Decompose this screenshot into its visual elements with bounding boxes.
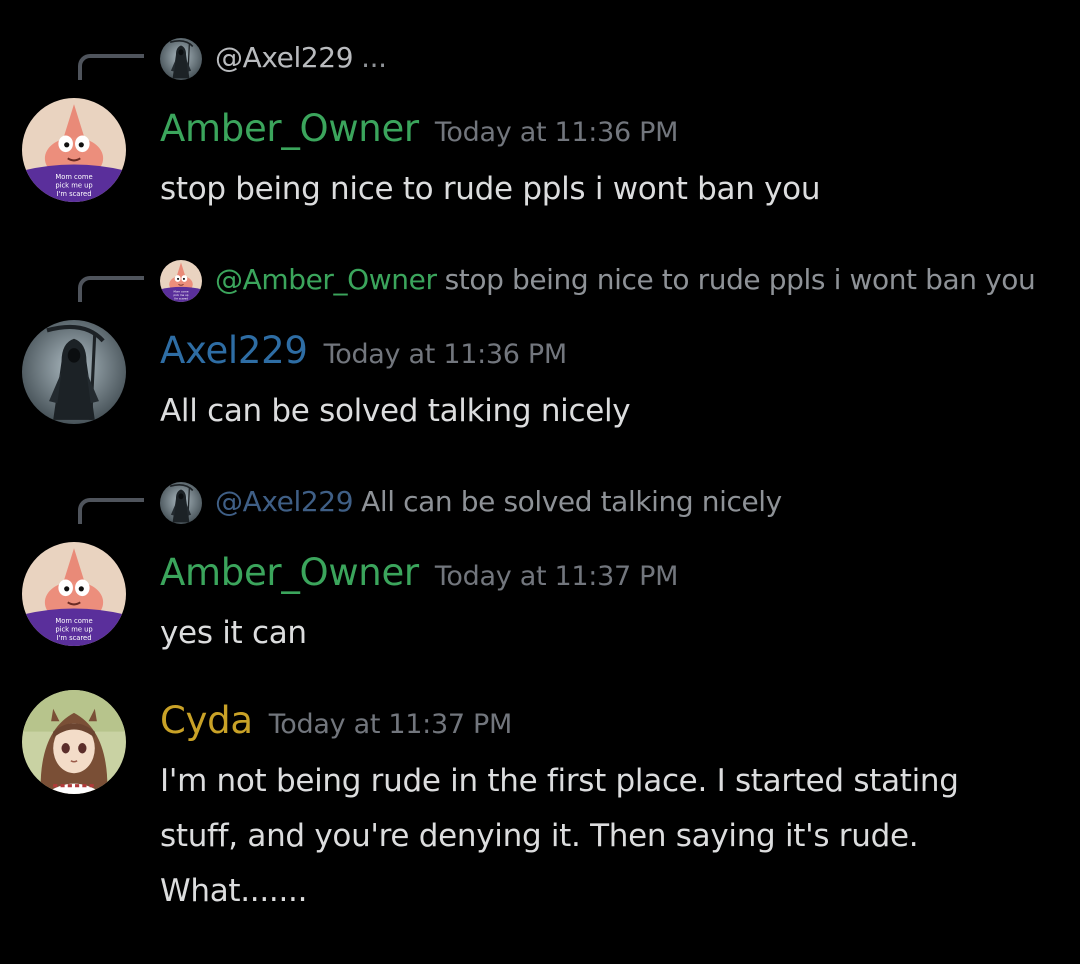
reply-mention[interactable]: @Axel229 xyxy=(215,485,354,518)
content-line: What....... xyxy=(160,873,308,909)
timestamp: Today at 11:37 PM xyxy=(434,561,679,592)
message-item[interactable]: @Axel229... Amber_Owner Today at 11:36 PM… xyxy=(0,36,1080,216)
reply-mention[interactable]: @Axel229 xyxy=(215,41,354,74)
reply-spine xyxy=(78,54,144,80)
reply-text: All can be solved talking nicely xyxy=(361,485,782,518)
message-header: Cyda Today at 11:37 PM xyxy=(160,696,512,746)
timestamp: Today at 11:37 PM xyxy=(268,709,513,740)
message-header: Amber_Owner Today at 11:36 PM xyxy=(160,104,678,154)
reply-spine xyxy=(78,498,144,524)
reply-reference[interactable]: @Amber_Owner stop being nice to rude ppls… xyxy=(0,258,1080,306)
reaper-avatar-icon xyxy=(160,38,202,80)
timestamp: Today at 11:36 PM xyxy=(434,117,679,148)
username[interactable]: Amber_Owner xyxy=(160,551,419,594)
anime-girl-avatar-icon[interactable] xyxy=(22,690,126,794)
message-content: All can be solved talking nicely xyxy=(160,393,631,429)
starfish-avatar-icon[interactable] xyxy=(22,542,126,646)
message-item[interactable]: @Amber_Owner stop being nice to rude ppls… xyxy=(0,258,1080,438)
reply-line: @Axel229 All can be solved talking nicely xyxy=(215,480,782,524)
reply-text: stop being nice to rude ppls i wont ban … xyxy=(444,263,1036,296)
starfish-avatar-icon[interactable] xyxy=(22,98,126,202)
reply-line: @Axel229... xyxy=(215,36,387,80)
message-header: Axel229 Today at 11:36 PM xyxy=(160,326,567,376)
username[interactable]: Amber_Owner xyxy=(160,107,419,150)
username[interactable]: Axel229 xyxy=(160,329,308,372)
reply-spine xyxy=(78,276,144,302)
timestamp: Today at 11:36 PM xyxy=(323,339,568,370)
reaper-avatar-icon[interactable] xyxy=(22,320,126,424)
chat-log: @Axel229... Amber_Owner Today at 11:36 PM… xyxy=(0,0,1080,964)
message-header: Amber_Owner Today at 11:37 PM xyxy=(160,548,678,598)
reply-reference[interactable]: @Axel229... xyxy=(0,36,1080,84)
content-line: stuff, and you're denying it. Then sayin… xyxy=(160,818,919,854)
starfish-avatar-icon xyxy=(160,260,202,302)
message-item[interactable]: Cyda Today at 11:37 PM I'm not being rude… xyxy=(0,688,1080,928)
username[interactable]: Cyda xyxy=(160,699,253,742)
reply-line: @Amber_Owner stop being nice to rude ppls… xyxy=(215,258,1036,302)
reply-reference[interactable]: @Axel229 All can be solved talking nicely xyxy=(0,480,1080,528)
message-content: I'm not being rude in the first place. I… xyxy=(160,754,1060,919)
reply-mention[interactable]: @Amber_Owner xyxy=(215,263,437,296)
reply-ellipsis: ... xyxy=(361,41,387,74)
message-item[interactable]: @Axel229 All can be solved talking nicely… xyxy=(0,480,1080,660)
content-line: I'm not being rude in the first place. I… xyxy=(160,763,959,799)
message-content: yes it can xyxy=(160,615,307,651)
reaper-avatar-icon xyxy=(160,482,202,524)
message-content: stop being nice to rude ppls i wont ban … xyxy=(160,171,821,207)
